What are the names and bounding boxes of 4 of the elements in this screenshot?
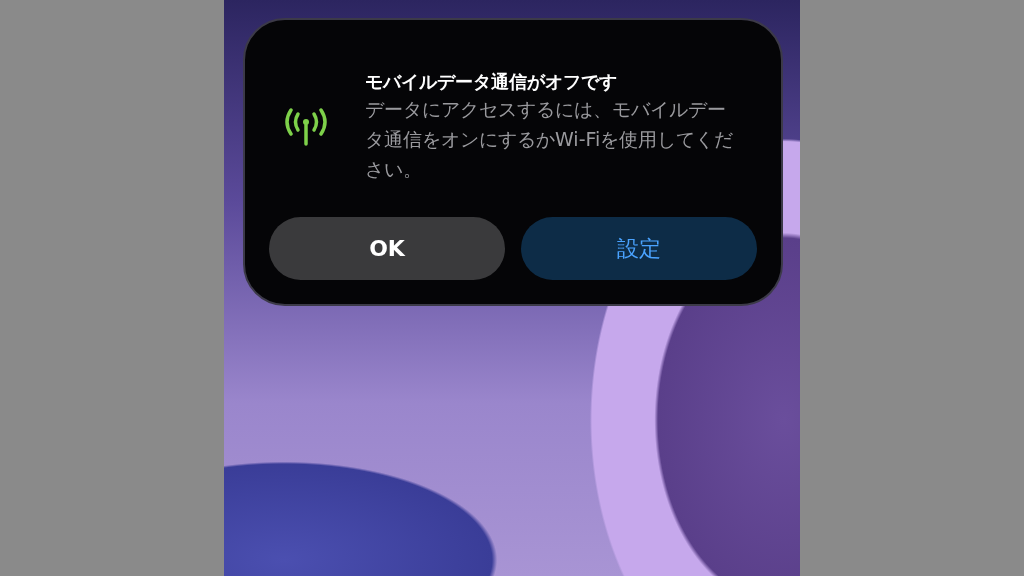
alert-title: モバイルデータ通信がオフです (365, 70, 618, 94)
settings-button[interactable]: 設定 (521, 217, 757, 280)
ok-button[interactable]: OK (269, 217, 505, 280)
alert-message: データにアクセスするには、モバイルデータ通信をオンにするかWi-Fiを使用してください。 (365, 97, 735, 182)
